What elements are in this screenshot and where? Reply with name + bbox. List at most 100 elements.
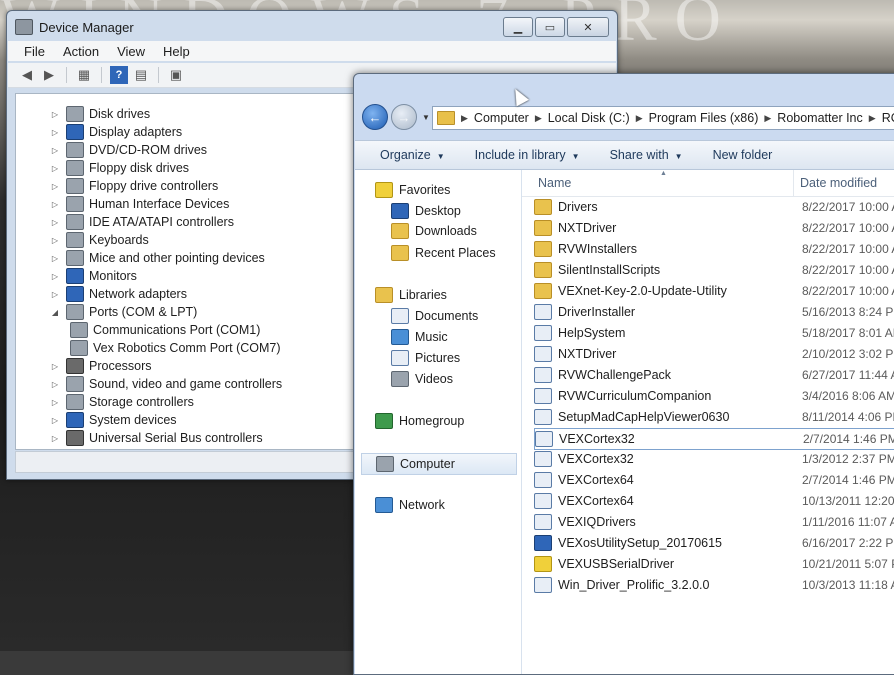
tree-item[interactable]: ▷ DVD/CD-ROM drives <box>50 141 207 159</box>
device-tree[interactable]: ▷ Disk drives ▷ Display adapters ▷ DVD/CD-ROM… <box>15 93 363 450</box>
chevron-right-icon[interactable]: ▶ <box>535 113 542 124</box>
navigation-pane[interactable]: Favorites Desktop Downloads Recent Place… <box>355 170 522 674</box>
file-row[interactable]: HelpSystem 5/18/2017 8:01 AM <box>534 323 894 343</box>
chevron-right-icon[interactable]: ▶ <box>461 113 468 124</box>
tree-item[interactable]: ▷ Human Interface Devices <box>50 195 229 213</box>
organize-button[interactable]: Organize ▼ <box>380 148 445 162</box>
address-bar[interactable]: ▶ Computer ▶ Local Disk (C:) ▶ Program F… <box>432 106 894 130</box>
collapsed-arrow-icon[interactable]: ▷ <box>50 218 60 227</box>
chevron-right-icon[interactable]: ▶ <box>764 113 771 124</box>
back-arrow-icon[interactable]: ◀ <box>18 66 36 84</box>
explorer-window[interactable]: ← → ▼ ▶ Computer ▶ Local Disk (C:) ▶ Pro… <box>353 73 894 675</box>
nav-recent-places[interactable]: Recent Places <box>391 243 496 263</box>
device-manager-titlebar[interactable]: Device Manager <box>15 17 134 37</box>
breadcrumb-robomatter[interactable]: Robomatter Inc <box>777 111 862 125</box>
collapsed-arrow-icon[interactable]: ▷ <box>50 146 60 155</box>
scan-hardware-icon[interactable]: ▣ <box>167 66 185 84</box>
nav-favorites[interactable]: Favorites <box>375 180 450 200</box>
nav-music[interactable]: Music <box>391 327 448 347</box>
file-row[interactable]: VEXIQDrivers 1/11/2016 11:07 A <box>534 512 894 532</box>
tree-item[interactable]: Vex Robotics Comm Port (COM7) <box>70 339 281 357</box>
collapsed-arrow-icon[interactable]: ▷ <box>50 164 60 173</box>
tree-item[interactable]: ▷ Network adapters <box>50 285 187 303</box>
file-row[interactable]: DriverInstaller 5/16/2013 8:24 PM <box>534 302 894 322</box>
collapsed-arrow-icon[interactable]: ▷ <box>50 200 60 209</box>
forward-button[interactable]: → <box>391 104 417 130</box>
nav-videos[interactable]: Videos <box>391 369 453 389</box>
maximize-button[interactable]: ▭ <box>535 17 565 37</box>
nav-pictures[interactable]: Pictures <box>391 348 460 368</box>
file-list[interactable]: ▲ Name Date modified Drivers 8/22/2017 10… <box>522 170 894 674</box>
nav-network[interactable]: Network <box>375 495 445 515</box>
chevron-right-icon[interactable]: ▶ <box>869 113 876 124</box>
properties-icon[interactable]: ▤ <box>132 66 150 84</box>
collapsed-arrow-icon[interactable]: ▷ <box>50 362 60 371</box>
file-row[interactable]: Drivers 8/22/2017 10:00 A <box>534 197 894 217</box>
tree-item[interactable]: ▷ Monitors <box>50 267 137 285</box>
file-row[interactable]: SetupMadCapHelpViewer0630 8/11/2014 4:06 … <box>534 407 894 427</box>
show-hide-tree-icon[interactable]: ▦ <box>75 66 93 84</box>
expanded-arrow-icon[interactable]: ◢ <box>50 308 60 317</box>
tree-item[interactable]: ◢ Ports (COM & LPT) <box>50 303 197 321</box>
file-row[interactable]: VEXosUtilitySetup_20170615 6/16/2017 2:22… <box>534 533 894 553</box>
nav-downloads[interactable]: Downloads <box>391 221 477 241</box>
collapsed-arrow-icon[interactable]: ▷ <box>50 110 60 119</box>
breadcrumb-computer[interactable]: Computer <box>474 111 529 125</box>
tree-item[interactable]: ▷ Floppy disk drives <box>50 159 189 177</box>
menu-help[interactable]: Help <box>163 44 190 59</box>
tree-item[interactable]: ▷ Keyboards <box>50 231 149 249</box>
help-icon[interactable]: ? <box>110 66 128 84</box>
collapsed-arrow-icon[interactable]: ▷ <box>50 290 60 299</box>
file-row[interactable]: VEXCortex64 2/7/2014 1:46 PM <box>534 470 894 490</box>
tree-item[interactable]: ▷ Storage controllers <box>50 393 194 411</box>
breadcrumb-program-files[interactable]: Program Files (x86) <box>649 111 759 125</box>
tree-item[interactable]: ▷ Sound, video and game controllers <box>50 375 282 393</box>
tree-item[interactable]: ▷ Display adapters <box>50 123 182 141</box>
file-row[interactable]: VEXCortex32 2/7/2014 1:46 PM <box>534 428 894 450</box>
file-row[interactable]: NXTDriver 2/10/2012 3:02 PM <box>534 344 894 364</box>
nav-homegroup[interactable]: Homegroup <box>375 411 464 431</box>
collapsed-arrow-icon[interactable]: ▷ <box>50 272 60 281</box>
collapsed-arrow-icon[interactable]: ▷ <box>50 416 60 425</box>
tree-item[interactable]: ▷ Disk drives <box>50 105 150 123</box>
tree-item[interactable]: Communications Port (COM1) <box>70 321 260 339</box>
new-folder-button[interactable]: New folder <box>713 148 773 162</box>
tree-item[interactable]: ▷ Universal Serial Bus controllers <box>50 429 263 447</box>
file-row[interactable]: VEXCortex64 10/13/2011 12:20 <box>534 491 894 511</box>
file-row[interactable]: VEXCortex32 1/3/2012 2:37 PM <box>534 449 894 469</box>
collapsed-arrow-icon[interactable]: ▷ <box>50 236 60 245</box>
close-button[interactable]: ✕ <box>567 17 609 37</box>
menu-view[interactable]: View <box>117 44 145 59</box>
tree-item[interactable]: ▷ Floppy drive controllers <box>50 177 218 195</box>
nav-documents[interactable]: Documents <box>391 306 478 326</box>
file-row[interactable]: Win_Driver_Prolific_3.2.0.0 10/3/2013 11:… <box>534 575 894 595</box>
collapsed-arrow-icon[interactable]: ▷ <box>50 380 60 389</box>
column-date-modified[interactable]: Date modified <box>800 176 877 190</box>
tree-item[interactable]: ▷ System devices <box>50 411 177 429</box>
nav-libraries[interactable]: Libraries <box>375 285 447 305</box>
menu-file[interactable]: File <box>24 44 45 59</box>
column-name[interactable]: Name <box>538 176 571 190</box>
tree-item[interactable]: ▷ IDE ATA/ATAPI controllers <box>50 213 234 231</box>
file-row[interactable]: NXTDriver 8/22/2017 10:00 A <box>534 218 894 238</box>
nav-computer[interactable]: Computer <box>361 453 517 475</box>
file-row[interactable]: RVWCurriculumCompanion 3/4/2016 8:06 AM <box>534 386 894 406</box>
chevron-right-icon[interactable]: ▶ <box>636 113 643 124</box>
menu-action[interactable]: Action <box>63 44 99 59</box>
breadcrumb-local-disk[interactable]: Local Disk (C:) <box>548 111 630 125</box>
forward-arrow-icon[interactable]: ▶ <box>40 66 58 84</box>
collapsed-arrow-icon[interactable]: ▷ <box>50 398 60 407</box>
include-in-library-button[interactable]: Include in library ▼ <box>475 148 580 162</box>
collapsed-arrow-icon[interactable]: ▷ <box>50 128 60 137</box>
nav-desktop[interactable]: Desktop <box>391 201 461 221</box>
file-row[interactable]: VEXUSBSerialDriver 10/21/2011 5:07 P <box>534 554 894 574</box>
collapsed-arrow-icon[interactable]: ▷ <box>50 182 60 191</box>
recent-pages-dropdown-icon[interactable]: ▼ <box>422 113 430 122</box>
back-button[interactable]: ← <box>362 104 388 130</box>
file-row[interactable]: RVWChallengePack 6/27/2017 11:44 A <box>534 365 894 385</box>
tree-item[interactable]: ▷ Mice and other pointing devices <box>50 249 265 267</box>
file-row[interactable]: RVWInstallers 8/22/2017 10:00 A <box>534 239 894 259</box>
minimize-button[interactable]: ▁ <box>503 17 533 37</box>
tree-item[interactable]: ▷ Processors <box>50 357 152 375</box>
file-row[interactable]: VEXnet-Key-2.0-Update-Utility 8/22/2017 1… <box>534 281 894 301</box>
